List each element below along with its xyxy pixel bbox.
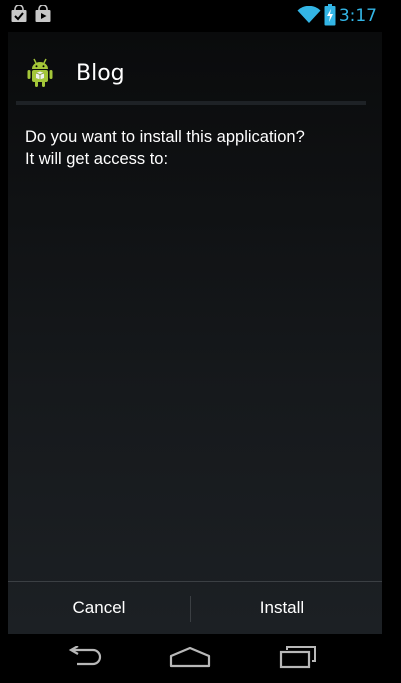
permissions-intro: It will get access to: [25, 150, 169, 168]
app-header: Blog [8, 32, 382, 102]
install-dialog: Blog Do you want to install this applica… [8, 32, 382, 634]
install-message: Do you want to install this application?… [25, 126, 375, 170]
button-bar: Cancel Install [8, 582, 382, 634]
home-icon [169, 646, 211, 672]
recent-apps-icon [279, 645, 317, 673]
android-app-icon [26, 58, 54, 92]
screen: 3:17 Blog Do you want to install this ap… [0, 0, 401, 683]
recent-apps-button[interactable] [268, 644, 328, 674]
navigation-bar [0, 634, 401, 683]
back-icon [65, 645, 103, 672]
back-button[interactable] [54, 644, 114, 674]
install-button[interactable]: Install [191, 582, 373, 634]
shopping-bag-icon [10, 4, 28, 27]
install-question: Do you want to install this application? [25, 128, 305, 146]
battery-charging-icon [324, 4, 336, 30]
home-button[interactable] [160, 644, 220, 674]
app-title: Blog [76, 61, 125, 86]
header-divider [16, 101, 366, 105]
status-time: 3:17 [338, 6, 377, 26]
cancel-button[interactable]: Cancel [8, 582, 190, 634]
play-store-icon [34, 4, 52, 27]
status-bar: 3:17 [0, 0, 401, 32]
wifi-icon [297, 5, 321, 28]
